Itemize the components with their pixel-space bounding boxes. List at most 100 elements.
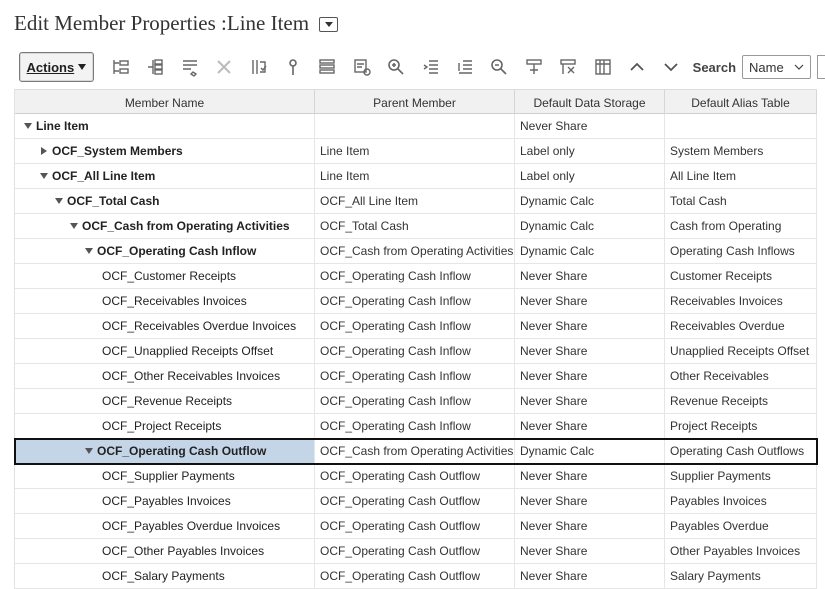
member-name: OCF_Project Receipts [102, 419, 222, 433]
column-header-data-storage[interactable]: Default Data Storage [515, 90, 665, 115]
data-storage: Dynamic Calc [515, 239, 665, 264]
parent-member: OCF_Operating Cash Outflow [315, 539, 515, 564]
table-row[interactable]: OCF_Other Payables Invoices OCF_Operatin… [15, 539, 817, 564]
member-name: OCF_Other Receivables Invoices [102, 369, 281, 383]
add-child-icon[interactable] [104, 53, 138, 81]
actions-menu-button[interactable]: Actions [19, 52, 94, 82]
pin-icon[interactable] [276, 53, 310, 81]
table-row[interactable]: OCF_Customer Receipts OCF_Operating Cash… [15, 264, 817, 289]
alias: Operating Cash Outflows [665, 439, 817, 464]
table-row[interactable]: OCF_Cash from Operating Activities OCF_T… [15, 214, 817, 239]
alias: Supplier Payments [665, 464, 817, 489]
expand-triangle-icon[interactable] [22, 123, 34, 129]
parent-member: OCF_Operating Cash Outflow [315, 564, 515, 589]
expand-triangle-icon[interactable] [83, 448, 95, 454]
table-row-selected[interactable]: OCF_Operating Cash Outflow OCF_Cash from… [14, 438, 818, 465]
member-name: OCF_Customer Receipts [102, 269, 237, 283]
column-header-alias-table[interactable]: Default Alias Table [665, 90, 817, 115]
table-row[interactable]: Line Item Never Share [15, 114, 817, 139]
parent-member: OCF_Operating Cash Inflow [315, 414, 515, 439]
alias: Receivables Invoices [665, 289, 817, 314]
table-row[interactable]: OCF_System Members Line Item Label only … [15, 139, 817, 164]
refresh-database-icon[interactable] [345, 53, 379, 81]
table-row[interactable]: OCF_Receivables Overdue Invoices OCF_Ope… [15, 314, 817, 339]
parent-member: Line Item [315, 139, 515, 164]
zoom-out-icon[interactable] [482, 53, 516, 81]
alias: Salary Payments [665, 564, 817, 589]
member-name: OCF_All Line Item [52, 169, 156, 183]
collapse-all-icon[interactable] [448, 53, 482, 81]
parent-member: OCF_Operating Cash Inflow [315, 339, 515, 364]
parent-member: Line Item [315, 164, 515, 189]
data-storage: Never Share [515, 489, 665, 514]
alias: Unapplied Receipts Offset [665, 339, 817, 364]
table-row[interactable]: OCF_Revenue Receipts OCF_Operating Cash … [15, 389, 817, 414]
expand-all-icon[interactable] [413, 53, 447, 81]
expand-triangle-icon[interactable] [68, 223, 80, 229]
alias: Receivables Overdue [665, 314, 817, 339]
expand-triangle-icon[interactable] [53, 198, 65, 204]
alias: Other Payables Invoices [665, 539, 817, 564]
data-storage: Never Share [515, 364, 665, 389]
parent-member: OCF_Operating Cash Outflow [315, 464, 515, 489]
page-title: Edit Member Properties :Line Item [14, 10, 310, 35]
parent-member: OCF_Operating Cash Inflow [315, 289, 515, 314]
clear-filter-icon[interactable] [551, 53, 585, 81]
edit-member-icon[interactable] [173, 53, 207, 81]
fit-columns-icon[interactable] [517, 53, 551, 81]
member-name: OCF_Payables Overdue Invoices [102, 519, 281, 533]
parent-member: OCF_All Line Item [315, 189, 515, 214]
data-storage: Never Share [515, 289, 665, 314]
table-row[interactable]: OCF_Receivables Invoices OCF_Operating C… [15, 289, 817, 314]
table-row[interactable]: OCF_Project Receipts OCF_Operating Cash … [15, 414, 817, 439]
collapsed-triangle-icon[interactable] [38, 147, 50, 155]
parent-member: OCF_Operating Cash Inflow [315, 389, 515, 414]
expand-triangle-icon[interactable] [38, 173, 50, 179]
search-field-select[interactable]: Name [742, 55, 812, 79]
data-storage: Never Share [515, 114, 665, 139]
list-view-icon[interactable] [310, 53, 344, 81]
search-input[interactable] [817, 55, 825, 79]
search-field-value: Name [749, 59, 784, 75]
table-row[interactable]: OCF_Unapplied Receipts Offset OCF_Operat… [15, 339, 817, 364]
table-row[interactable]: OCF_Other Receivables Invoices OCF_Opera… [15, 364, 817, 389]
column-header-parent-member[interactable]: Parent Member [315, 90, 515, 115]
search-label: Search [692, 59, 737, 75]
table-row[interactable]: OCF_Payables Overdue Invoices OCF_Operat… [15, 514, 817, 539]
actions-label: Actions [26, 59, 75, 75]
title-menu-button[interactable] [319, 17, 339, 32]
parent-member: OCF_Operating Cash Outflow [315, 514, 515, 539]
chevron-up-icon[interactable] [620, 53, 654, 81]
table-row[interactable]: OCF_Salary Payments OCF_Operating Cash O… [15, 564, 817, 589]
alias: System Members [665, 139, 817, 164]
data-storage: Dynamic Calc [515, 439, 665, 464]
table-row[interactable]: OCF_Payables Invoices OCF_Operating Cash… [15, 489, 817, 514]
alias: Operating Cash Inflows [665, 239, 817, 264]
parent-member: OCF_Total Cash [315, 214, 515, 239]
member-name: OCF_Cash from Operating Activities [82, 219, 290, 233]
expand-triangle-icon[interactable] [83, 248, 95, 254]
chevron-down-icon [794, 64, 804, 70]
chevron-down-icon[interactable] [654, 53, 688, 81]
table-row[interactable]: OCF_All Line Item Line Item Label only A… [15, 164, 817, 189]
grid-view-icon[interactable] [585, 53, 619, 81]
alias: Project Receipts [665, 414, 817, 439]
column-header-member-name[interactable]: Member Name [15, 90, 315, 115]
data-storage: Dynamic Calc [515, 189, 665, 214]
alias: Cash from Operating [665, 214, 817, 239]
table-row[interactable]: OCF_Operating Cash Inflow OCF_Cash from … [15, 239, 817, 264]
alias: Other Receivables [665, 364, 817, 389]
member-name: OCF_Other Payables Invoices [102, 544, 265, 558]
parent-member: OCF_Operating Cash Inflow [315, 314, 515, 339]
move-icon[interactable] [241, 53, 275, 81]
delete-icon[interactable] [207, 53, 241, 81]
parent-member: OCF_Operating Cash Inflow [315, 264, 515, 289]
parent-member: OCF_Operating Cash Inflow [315, 364, 515, 389]
zoom-in-icon[interactable] [379, 53, 413, 81]
toolbar: Actions Search Name [14, 50, 825, 84]
table-row[interactable]: OCF_Supplier Payments OCF_Operating Cash… [15, 464, 817, 489]
add-sibling-icon[interactable] [138, 53, 172, 81]
member-name: OCF_Unapplied Receipts Offset [102, 344, 274, 358]
data-storage: Never Share [515, 564, 665, 589]
table-row[interactable]: OCF_Total Cash OCF_All Line Item Dynamic… [15, 189, 817, 214]
